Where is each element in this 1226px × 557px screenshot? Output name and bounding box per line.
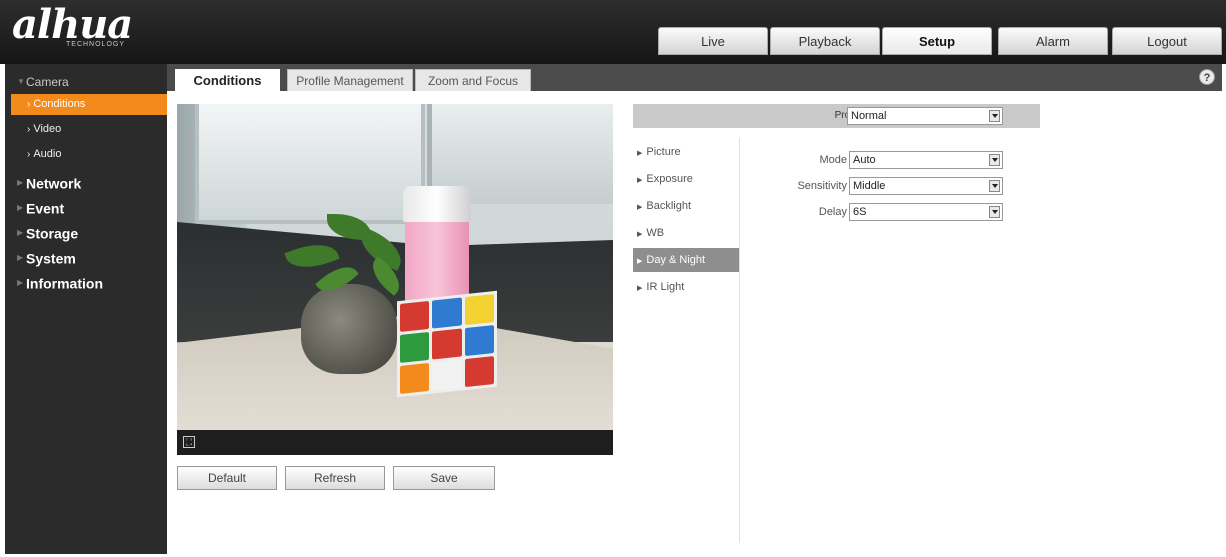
menu-item-label: IR Light <box>646 281 685 293</box>
sensitivity-select[interactable]: Middle <box>849 177 1003 195</box>
dropdown-arrow-icon <box>989 154 1000 166</box>
sidebar-item-network[interactable]: ▶ Network <box>5 170 167 194</box>
sidebar-subitem-label: Audio <box>33 148 62 160</box>
profile-select-value: Normal <box>851 110 887 122</box>
video-preview[interactable] <box>177 104 613 430</box>
sidebar-item-label: Network <box>26 175 82 192</box>
nav-logout[interactable]: Logout <box>1112 27 1222 55</box>
mode-select[interactable]: Auto <box>849 151 1003 169</box>
video-toolbar: ⛶ <box>177 430 613 455</box>
collapsed-triangle-icon: ▶ <box>17 253 24 263</box>
menu-triangle-icon: ▶ <box>637 177 643 184</box>
main-content: Conditions Profile Management Zoom and F… <box>167 64 1222 554</box>
tab-zoom-and-focus[interactable]: Zoom and Focus <box>415 69 531 91</box>
menu-item-label: Backlight <box>646 200 692 212</box>
nav-live[interactable]: Live <box>658 27 768 55</box>
mode-label: Mode <box>819 154 847 166</box>
default-button[interactable]: Default <box>177 466 277 490</box>
sidebar-item-system[interactable]: ▶ System <box>5 245 167 269</box>
scene-rubiks-cube <box>397 290 497 398</box>
profile-select[interactable]: Normal <box>847 107 1003 125</box>
sidebar-item-label: Information <box>26 275 103 292</box>
menu-item-ir-light[interactable]: ▶ IR Light <box>633 275 739 299</box>
sidebar-item-storage[interactable]: ▶ Storage <box>5 220 167 244</box>
menu-triangle-icon: ▶ <box>637 258 643 265</box>
tab-profile-management[interactable]: Profile Management <box>287 69 413 91</box>
scene-window <box>195 104 425 224</box>
sidebar-subitem-audio[interactable]: › Audio <box>11 144 167 165</box>
top-header: alhua TECHNOLOGY Live Playback Setup Ala… <box>0 0 1226 64</box>
delay-select-value: 6S <box>853 206 867 218</box>
collapsed-triangle-icon: ▶ <box>17 278 24 288</box>
profile-bar: Profile Normal <box>633 104 1040 128</box>
collapsed-triangle-icon: ▶ <box>17 203 24 213</box>
sidebar-subitem-video[interactable]: › Video <box>11 119 167 140</box>
refresh-button[interactable]: Refresh <box>285 466 385 490</box>
chevron-right-icon: › <box>27 149 31 160</box>
sidebar-subitem-label: Video <box>33 123 62 135</box>
dropdown-arrow-icon <box>989 110 1000 122</box>
sidebar-subitem-label: Conditions <box>33 98 86 110</box>
sidebar: ▼Camera › Conditions › Video › Audio ▶ Netwo… <box>5 64 167 554</box>
scene-plant-pot <box>301 284 397 374</box>
fullscreen-icon[interactable]: ⛶ <box>183 436 195 448</box>
menu-triangle-icon: ▶ <box>637 231 643 238</box>
sidebar-item-label: Event <box>26 200 65 217</box>
expanded-triangle-icon: ▼ <box>17 76 25 86</box>
dropdown-arrow-icon <box>989 206 1000 218</box>
brand-logo-subtitle: TECHNOLOGY <box>66 41 126 48</box>
help-icon[interactable]: ? <box>1199 69 1215 85</box>
chevron-right-icon: › <box>27 124 31 135</box>
sensitivity-label: Sensitivity <box>797 180 847 192</box>
menu-triangle-icon: ▶ <box>637 150 643 157</box>
menu-triangle-icon: ▶ <box>637 204 643 211</box>
chevron-right-icon: › <box>27 99 31 110</box>
menu-item-backlight[interactable]: ▶ Backlight <box>633 194 739 218</box>
delay-label: Delay <box>818 206 847 218</box>
scene-bottle-cap <box>403 186 471 222</box>
sidebar-item-label: Storage <box>26 225 79 242</box>
nav-alarm[interactable]: Alarm <box>998 27 1108 55</box>
panel-divider <box>739 138 740 543</box>
collapsed-triangle-icon: ▶ <box>17 178 24 188</box>
sidebar-item-label: System <box>26 250 76 267</box>
sidebar-item-label: Camera <box>26 74 69 89</box>
sidebar-subitem-conditions[interactable]: › Conditions <box>11 94 167 115</box>
app-window: alhua TECHNOLOGY Live Playback Setup Ala… <box>0 0 1226 557</box>
menu-item-picture[interactable]: ▶ Picture <box>633 140 739 164</box>
delay-select[interactable]: 6S <box>849 203 1003 221</box>
tab-bar: Conditions Profile Management Zoom and F… <box>167 64 1222 91</box>
menu-item-exposure[interactable]: ▶ Exposure <box>633 167 739 191</box>
menu-item-wb[interactable]: ▶ WB <box>633 221 739 245</box>
sensitivity-select-value: Middle <box>853 180 886 192</box>
menu-triangle-icon: ▶ <box>637 285 643 292</box>
sidebar-item-camera[interactable]: ▼Camera <box>5 69 167 93</box>
menu-item-label: Day & Night <box>646 254 706 266</box>
tab-conditions[interactable]: Conditions <box>175 69 280 91</box>
sidebar-item-event[interactable]: ▶ Event <box>5 195 167 219</box>
menu-item-label: Exposure <box>646 173 693 185</box>
nav-setup[interactable]: Setup <box>882 27 992 55</box>
menu-item-day-and-night[interactable]: ▶ Day & Night <box>633 248 739 272</box>
nav-playback[interactable]: Playback <box>770 27 880 55</box>
menu-item-label: Picture <box>646 146 681 158</box>
brand-logo: alhua <box>12 1 133 48</box>
sidebar-item-information[interactable]: ▶ Information <box>5 270 167 294</box>
dropdown-arrow-icon <box>989 180 1000 192</box>
menu-item-label: WB <box>646 227 665 239</box>
save-button[interactable]: Save <box>393 466 495 490</box>
mode-select-value: Auto <box>853 154 876 166</box>
collapsed-triangle-icon: ▶ <box>17 228 24 238</box>
